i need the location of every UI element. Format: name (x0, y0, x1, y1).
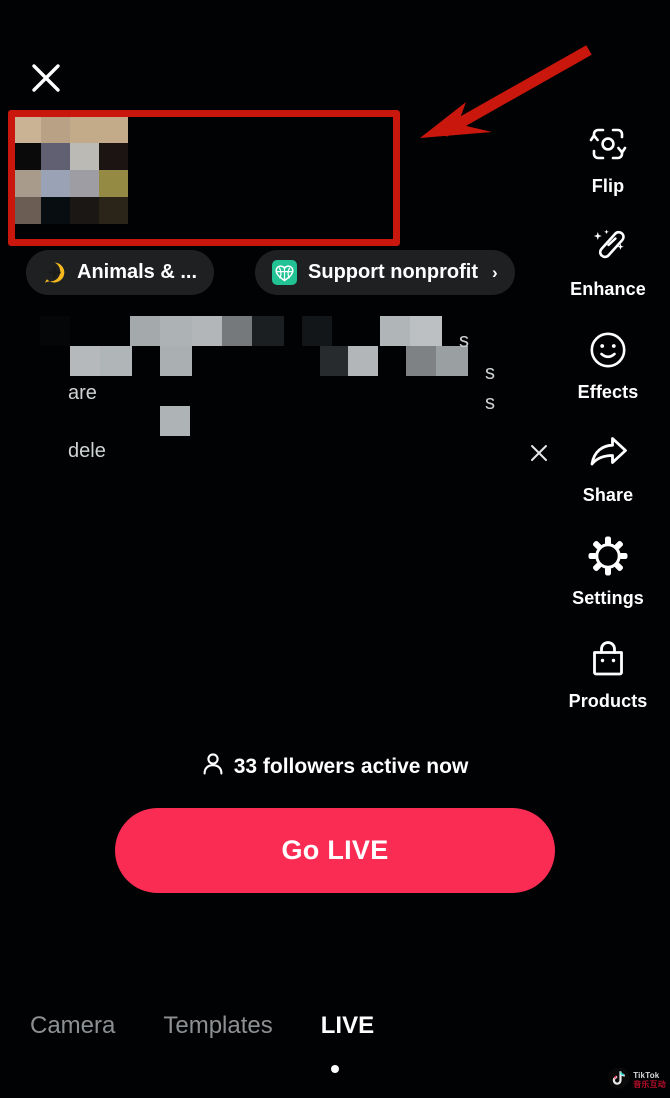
rail-label-products: Products (568, 691, 648, 711)
message-fragment: are (68, 382, 97, 404)
tab-live[interactable]: LIVE (321, 1012, 374, 1040)
mosaic-tile (320, 346, 348, 376)
close-icon (527, 441, 551, 470)
message-fragment: dele (68, 440, 106, 462)
redacted-message-block: are dele s s s (32, 314, 532, 474)
tiktok-watermark: TikTok 音乐互动 (608, 1067, 666, 1094)
nonprofit-chip-label: Support nonprofit (308, 261, 478, 283)
tab-templates[interactable]: Templates (163, 1012, 272, 1040)
magic-wand-icon (582, 221, 634, 273)
mosaic-tile (41, 116, 70, 143)
tiktok-note-icon (608, 1067, 630, 1094)
mosaic-tile (99, 197, 128, 224)
action-rail: Flip Enhance Effects Share Settings Prod… (560, 118, 656, 736)
mosaic-tile (70, 170, 99, 197)
close-icon (29, 61, 63, 95)
mosaic-tile (160, 316, 192, 346)
message-fragment: s (485, 362, 495, 384)
followers-status: 33 followers active now (0, 752, 670, 781)
person-icon (202, 752, 224, 781)
mosaic-tile (160, 346, 192, 376)
rail-item-flip[interactable]: Flip (560, 118, 656, 197)
mosaic-tile (222, 316, 252, 346)
message-fragment: s (485, 392, 495, 414)
watermark-text: TikTok 音乐互动 (633, 1072, 666, 1089)
mosaic-tile (99, 116, 128, 143)
watermark-brand: TikTok (633, 1071, 660, 1080)
mosaic-tile (99, 170, 128, 197)
tiktok-live-setup-screen: Animals & ... Support nonprofit › are de… (0, 0, 670, 1098)
mosaic-tile (99, 143, 128, 170)
mosaic-tile (41, 170, 70, 197)
mosaic-tile (70, 197, 99, 224)
mode-tab-bar: Camera Templates LIVE (0, 1012, 670, 1040)
mosaic-tile (12, 116, 41, 143)
plus-bubble-icon (43, 261, 66, 284)
mosaic-tile (12, 170, 41, 197)
rail-label-share: Share (582, 485, 634, 505)
nonprofit-chip[interactable]: Support nonprofit › (255, 250, 515, 295)
rail-item-share[interactable]: Share (560, 427, 656, 506)
mosaic-tile (41, 197, 70, 224)
stream-title-banner[interactable] (12, 116, 394, 240)
rail-item-enhance[interactable]: Enhance (560, 221, 656, 300)
rail-item-effects[interactable]: Effects (560, 324, 656, 403)
dismiss-message-button[interactable] (524, 440, 554, 470)
mosaic-tile (12, 143, 41, 170)
camera-flip-icon (582, 118, 634, 170)
rail-item-settings[interactable]: Settings (560, 530, 656, 609)
smiley-face-icon (582, 324, 634, 376)
mosaic-tile (41, 143, 70, 170)
mosaic-tile (70, 116, 99, 143)
redacted-banner-mosaic (12, 116, 128, 224)
mosaic-tile (160, 406, 190, 436)
rail-label-settings: Settings (572, 588, 644, 608)
rail-label-enhance: Enhance (570, 279, 646, 299)
tab-camera[interactable]: Camera (30, 1012, 115, 1040)
go-live-button[interactable]: Go LIVE (115, 808, 555, 893)
chip-row: Animals & ... Support nonprofit › (26, 250, 515, 295)
mosaic-tile (380, 316, 410, 346)
go-live-label: Go LIVE (281, 835, 389, 865)
mosaic-tile (70, 346, 100, 376)
mosaic-tile (70, 143, 99, 170)
mosaic-tile (192, 316, 222, 346)
gear-icon (582, 530, 634, 582)
mosaic-tile (410, 316, 442, 346)
topic-chip-label: Animals & ... (77, 261, 198, 283)
rail-label-flip: Flip (591, 176, 625, 196)
message-fragment: s (459, 330, 469, 352)
topic-chip[interactable]: Animals & ... (26, 250, 215, 295)
close-button[interactable] (24, 56, 68, 100)
chevron-right-icon: › (491, 262, 498, 282)
mosaic-tile (252, 316, 284, 346)
active-tab-indicator (331, 1065, 339, 1073)
mosaic-tile (348, 346, 378, 376)
mosaic-tile (130, 316, 160, 346)
watermark-username: 音乐互动 (633, 1080, 666, 1089)
globe-heart-icon (272, 260, 298, 285)
mosaic-tile (100, 346, 132, 376)
rail-item-products[interactable]: Products (560, 633, 656, 712)
share-arrow-icon (582, 427, 634, 479)
mosaic-tile (406, 346, 436, 376)
rail-label-effects: Effects (577, 382, 639, 402)
mosaic-tile (302, 316, 332, 346)
shopping-bag-icon (582, 633, 634, 685)
mosaic-tile (12, 197, 41, 224)
followers-text: 33 followers active now (233, 754, 469, 778)
mosaic-tile (40, 316, 70, 346)
